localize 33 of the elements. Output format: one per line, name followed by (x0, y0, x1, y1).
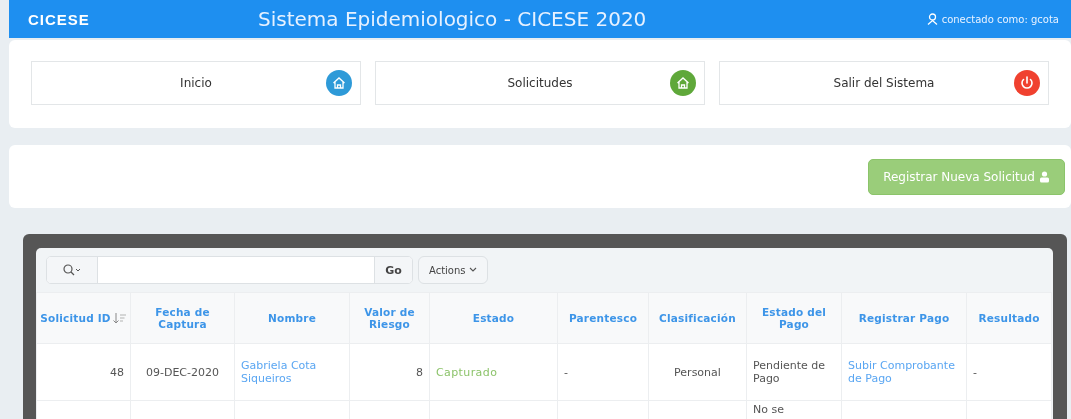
table-cell: 09-DEC-2020 (146, 365, 219, 379)
user-icon (926, 13, 938, 25)
column-header[interactable]: Clasificación (648, 292, 747, 344)
table-cell: - (973, 365, 977, 379)
nav-button[interactable]: Salir del Sistema (719, 61, 1049, 105)
app-title: Sistema Epidemiologico - CICESE 2020 (258, 7, 648, 31)
column-header[interactable]: Fecha de Captura (130, 292, 235, 344)
search-icon (63, 264, 81, 276)
caret-icon (468, 267, 477, 273)
search-field[interactable]: Go (46, 256, 413, 284)
table-cell: Personal (674, 365, 721, 379)
nav-button[interactable]: Solicitudes (375, 61, 705, 105)
actions-button[interactable]: Actions (418, 256, 488, 284)
table-cell: No se (753, 403, 784, 416)
column-header[interactable]: Solicitud ID (36, 292, 131, 344)
table-cell: - (564, 365, 568, 379)
status-text: Capturado (436, 365, 498, 379)
logo: CICESE (28, 10, 91, 28)
column-header[interactable]: Nombre (234, 292, 350, 344)
column-header[interactable]: Resultado (966, 292, 1052, 344)
table-cell: Pendiente de Pago (753, 359, 826, 385)
go-button[interactable]: Go (374, 257, 412, 283)
column-header[interactable]: Estado del Pago (746, 292, 842, 344)
column-header[interactable]: Estado (429, 292, 558, 344)
nav-button[interactable]: Inicio (31, 61, 361, 105)
column-header[interactable]: Parentesco (557, 292, 649, 344)
column-header[interactable]: Valor de Riesgo (349, 292, 430, 344)
table-cell: 48 (110, 365, 124, 379)
register-button[interactable]: Registrar Nueva Solicitud (868, 158, 1065, 195)
column-header[interactable]: Registrar Pago (841, 292, 967, 344)
table-cell: 8 (416, 365, 423, 379)
person-icon (1039, 170, 1050, 183)
user-label: conectado como: gcota (941, 13, 1059, 25)
